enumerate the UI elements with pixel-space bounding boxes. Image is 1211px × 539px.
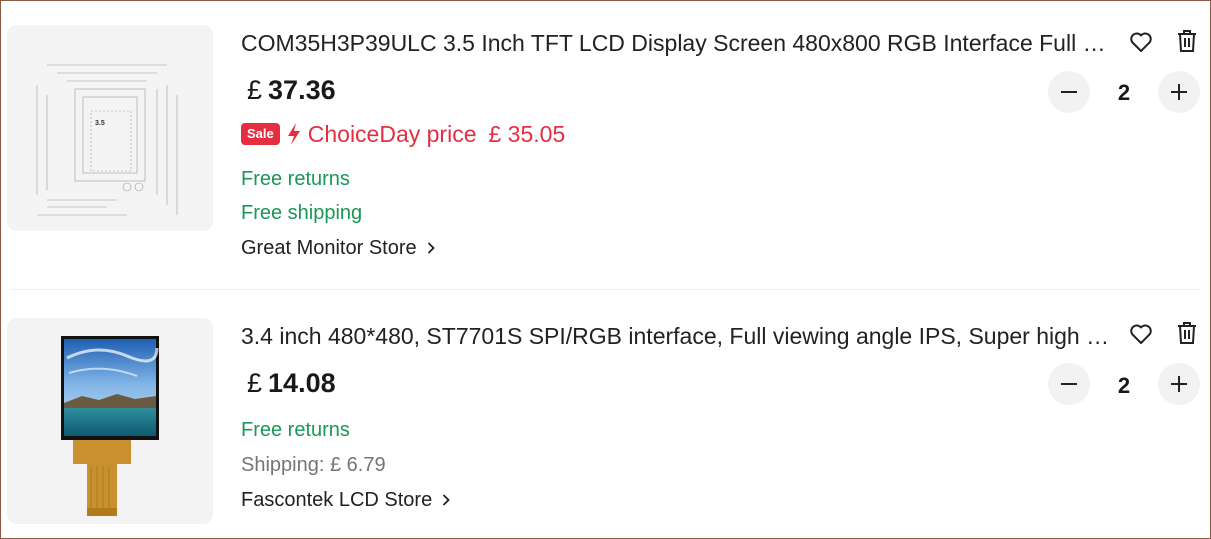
store-link[interactable]: Fascontek LCD Store [241, 487, 450, 513]
choiceday-promo: Sale ChoiceDay price £ 35.05 [241, 119, 565, 149]
shipping-cost-text: Shipping: £ 6.79 [241, 454, 386, 476]
technical-drawing-image: 3.5 [7, 25, 213, 231]
choiceday-label: ChoiceDay price [307, 120, 477, 147]
chevron-right-icon [427, 242, 435, 254]
wishlist-heart-icon[interactable] [1127, 28, 1155, 56]
price-value: 37.36 [268, 75, 336, 105]
lcd-module-image [7, 318, 213, 524]
item-price: £37.36 [247, 73, 336, 107]
decrease-quantity-button[interactable] [1048, 363, 1090, 405]
currency-symbol: £ [247, 75, 263, 105]
plus-icon [1171, 84, 1187, 100]
product-title[interactable]: 3.4 inch 480*480, ST7701S SPI/RGB interf… [241, 321, 1111, 351]
cart-list: 3.5 COM35H3P39ULC 3.5 Inch TFT LCD Displ… [0, 0, 1211, 539]
free-returns-text: Free returns [241, 168, 350, 190]
plus-icon [1171, 376, 1187, 392]
thumb-label: 3.5 [95, 120, 105, 127]
minus-icon [1061, 383, 1077, 385]
item-price: £14.08 [247, 366, 336, 400]
price-value: 14.08 [268, 368, 336, 398]
free-returns-text: Free returns [241, 419, 350, 441]
quantity-value: 2 [1117, 373, 1131, 398]
sale-badge: Sale [241, 123, 280, 145]
item-divider [11, 289, 1200, 290]
quantity-value: 2 [1117, 80, 1131, 105]
free-shipping-text: Free shipping [241, 202, 363, 224]
cart-item: 3.4 inch 480*480, ST7701S SPI/RGB interf… [1, 291, 1210, 538]
product-title[interactable]: COM35H3P39ULC 3.5 Inch TFT LCD Display S… [241, 28, 1111, 58]
delete-trash-icon[interactable] [1173, 27, 1201, 55]
increase-quantity-button[interactable] [1158, 363, 1200, 405]
store-name: Great Monitor Store [241, 237, 417, 259]
product-image[interactable]: 3.5 [7, 25, 213, 231]
minus-icon [1061, 91, 1077, 93]
cart-item: 3.5 COM35H3P39ULC 3.5 Inch TFT LCD Displ… [1, 1, 1210, 289]
increase-quantity-button[interactable] [1158, 71, 1200, 113]
lightning-icon [287, 123, 300, 145]
product-image[interactable] [7, 318, 213, 524]
delete-trash-icon[interactable] [1173, 319, 1201, 347]
currency-symbol: £ [247, 368, 263, 398]
store-link[interactable]: Great Monitor Store [241, 235, 435, 261]
store-name: Fascontek LCD Store [241, 489, 433, 511]
chevron-right-icon [443, 494, 450, 506]
wishlist-heart-icon[interactable] [1127, 320, 1155, 348]
decrease-quantity-button[interactable] [1048, 71, 1090, 113]
choiceday-price: £ 35.05 [488, 120, 566, 147]
